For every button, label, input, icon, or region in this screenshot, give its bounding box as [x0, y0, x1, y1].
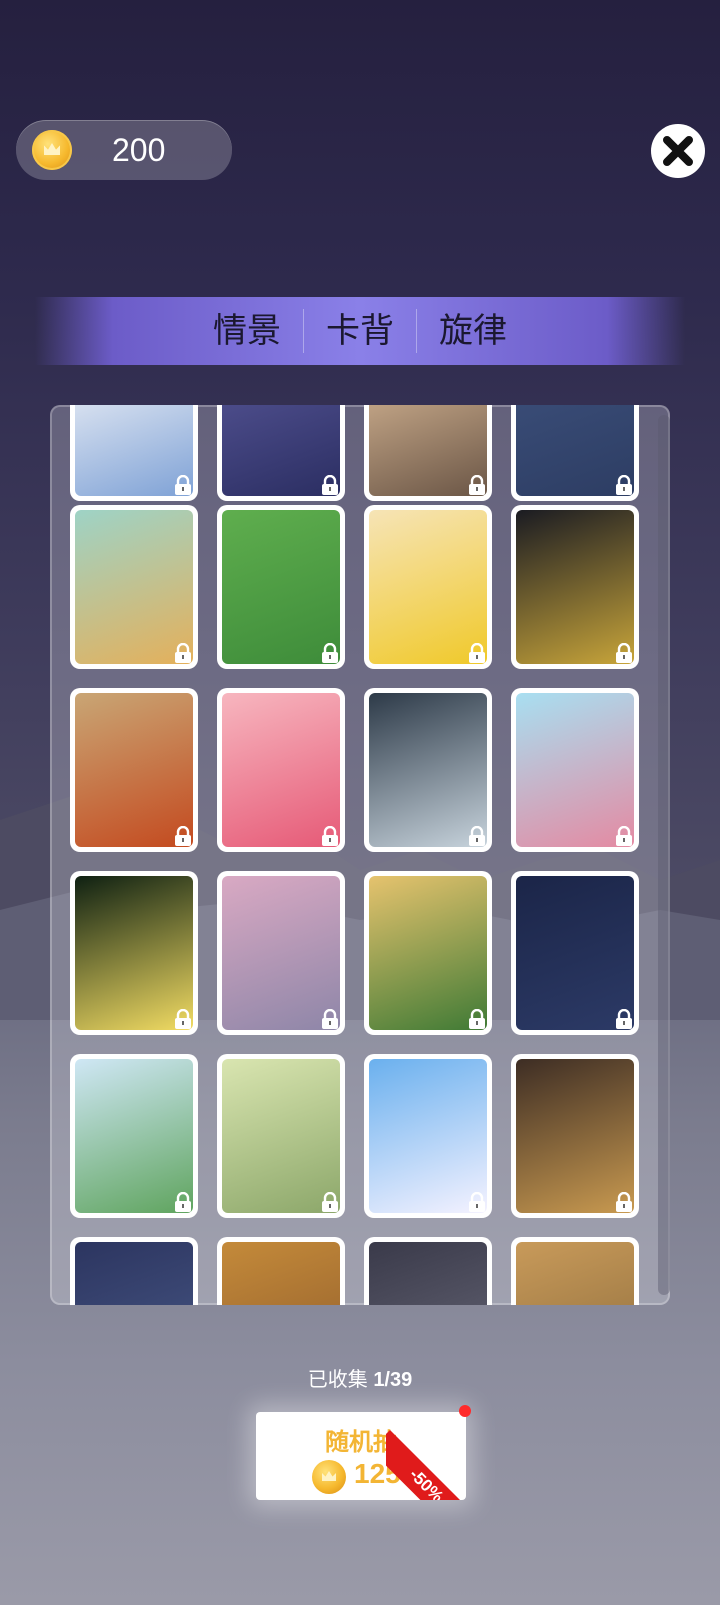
lock-icon — [616, 826, 632, 846]
tab-card-back[interactable]: 卡背 — [304, 309, 416, 353]
lock-icon — [469, 826, 485, 846]
lock-icon — [322, 643, 338, 663]
card-back-moon-rocks[interactable] — [364, 405, 492, 501]
lock-icon — [322, 475, 338, 495]
card-artwork — [75, 693, 193, 847]
close-icon — [663, 136, 693, 166]
card-back-partial-1[interactable] — [70, 1237, 198, 1305]
card-back-partial-2[interactable] — [217, 1237, 345, 1305]
lock-icon — [175, 826, 191, 846]
card-artwork — [516, 876, 634, 1030]
card-artwork — [222, 510, 340, 664]
lock-icon — [616, 1192, 632, 1212]
lock-icon — [175, 643, 191, 663]
lock-icon — [469, 475, 485, 495]
lock-icon — [469, 643, 485, 663]
card-artwork — [516, 510, 634, 664]
lock-icon — [322, 1009, 338, 1029]
card-back-anime-girl-white-dress[interactable] — [70, 405, 198, 501]
lock-icon — [175, 475, 191, 495]
card-back-frog-pond[interactable] — [217, 1054, 345, 1218]
collected-value: 1/39 — [373, 1369, 413, 1391]
lock-icon — [322, 1192, 338, 1212]
card-artwork — [75, 1242, 193, 1305]
card-back-lilies[interactable] — [70, 871, 198, 1035]
card-artwork — [222, 1242, 340, 1305]
card-back-partial-4[interactable] — [511, 1237, 639, 1305]
card-artwork — [369, 1059, 487, 1213]
tab-scene[interactable]: 情景 — [191, 309, 303, 353]
card-artwork — [516, 1059, 634, 1213]
card-back-pink-flower-girl[interactable] — [217, 688, 345, 852]
lock-icon — [616, 643, 632, 663]
card-artwork — [516, 1242, 634, 1305]
lock-icon — [616, 475, 632, 495]
discount-ribbon: -50% — [386, 1412, 466, 1500]
card-artwork — [369, 693, 487, 847]
card-artwork — [369, 876, 487, 1030]
card-back-blonde-girl[interactable] — [364, 505, 492, 669]
card-artwork — [222, 1059, 340, 1213]
card-back-pink-mountains[interactable] — [217, 871, 345, 1035]
lock-icon — [175, 1009, 191, 1029]
notification-dot — [459, 1405, 471, 1417]
card-artwork — [75, 1059, 193, 1213]
card-artwork — [222, 693, 340, 847]
lock-icon — [469, 1009, 485, 1029]
card-back-night-field[interactable] — [217, 405, 345, 501]
lock-icon — [175, 1192, 191, 1212]
card-artwork — [75, 876, 193, 1030]
card-artwork — [516, 693, 634, 847]
card-back-park-path[interactable] — [217, 505, 345, 669]
card-back-winter-forest-girl[interactable] — [511, 688, 639, 852]
lock-icon — [616, 1009, 632, 1029]
card-back-night-hills[interactable] — [511, 505, 639, 669]
card-artwork — [369, 1242, 487, 1305]
scrollbar[interactable] — [658, 415, 670, 1295]
card-back-navy-pattern[interactable] — [511, 405, 639, 501]
discount-label: -50% — [386, 1430, 466, 1500]
coin-balance: 200 — [16, 120, 232, 180]
card-grid-panel[interactable] — [50, 405, 670, 1305]
tab-melody[interactable]: 旋律 — [417, 309, 529, 353]
card-back-tulip-ice[interactable] — [364, 688, 492, 852]
card-artwork — [222, 876, 340, 1030]
card-back-space-planets[interactable] — [511, 871, 639, 1035]
crown-coin-icon — [312, 1460, 346, 1494]
lock-icon — [469, 1192, 485, 1212]
card-back-armored-girl[interactable] — [511, 1054, 639, 1218]
card-back-cloud-cat[interactable] — [364, 1054, 492, 1218]
card-back-pine-forest[interactable] — [364, 871, 492, 1035]
crown-coin-icon — [32, 130, 72, 170]
random-draw-button[interactable]: 随机抽 125 -50% — [256, 1412, 466, 1500]
card-back-partial-3[interactable] — [364, 1237, 492, 1305]
card-back-desert-dunes[interactable] — [70, 688, 198, 852]
coin-amount: 200 — [112, 132, 166, 168]
card-back-spring-reeds[interactable] — [70, 1054, 198, 1218]
card-back-mountain-river[interactable] — [70, 505, 198, 669]
collected-label: 已收集 — [307, 1369, 368, 1391]
card-artwork — [75, 510, 193, 664]
close-button[interactable] — [651, 124, 705, 178]
card-artwork — [369, 510, 487, 664]
collected-count: 已收集 1/39 — [0, 1363, 720, 1392]
category-tabs: 情景 卡背 旋律 — [35, 297, 685, 365]
lock-icon — [322, 826, 338, 846]
